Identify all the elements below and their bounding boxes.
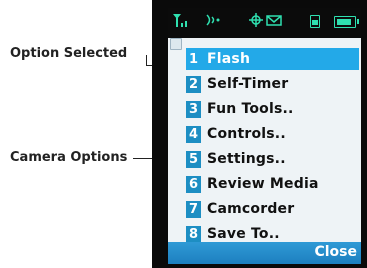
menu-item-flash[interactable]: 1 Flash [186, 48, 359, 70]
menu-item-number: 4 [186, 125, 201, 143]
softkey-bar: Close [168, 242, 361, 264]
menu-item-label: Camcorder [207, 201, 295, 217]
menu-item-label: Review Media [207, 176, 319, 192]
menu-item-number: 2 [186, 75, 201, 93]
camera-mode-icon [170, 38, 182, 50]
menu-item-label: Self-Timer [207, 76, 289, 92]
callout-camera-options: Camera Options [10, 150, 128, 165]
menu-item-label: Save To.. [207, 226, 280, 242]
menu-item-self-timer[interactable]: 2 Self-Timer [186, 73, 359, 95]
wireless-icon [204, 12, 224, 33]
sim-card-icon [310, 15, 320, 28]
callout-option-selected-leader-v [146, 55, 147, 65]
menu-item-label: Fun Tools.. [207, 101, 294, 117]
menu-item-camcorder[interactable]: 7 Camcorder [186, 198, 359, 220]
menu-item-number: 6 [186, 175, 201, 193]
menu-item-number: 3 [186, 100, 201, 118]
signal-strength-icon [172, 12, 192, 33]
menu-item-label: Flash [207, 51, 251, 67]
menu-item-controls[interactable]: 4 Controls.. [186, 123, 359, 145]
gps-icon [248, 12, 264, 33]
menu-item-number: 8 [186, 225, 201, 243]
menu-item-number: 5 [186, 150, 201, 168]
close-softkey[interactable]: Close [314, 244, 357, 260]
phone-screen: 1 Flash 2 Self-Timer 3 Fun Tools.. 4 Con… [168, 8, 361, 264]
message-icon [266, 12, 282, 33]
callout-option-selected: Option Selected [10, 46, 128, 61]
menu-item-number: 7 [186, 200, 201, 218]
battery-icon [334, 16, 359, 28]
menu-item-settings[interactable]: 5 Settings.. [186, 148, 359, 170]
menu-item-label: Controls.. [207, 126, 286, 142]
menu-item-fun-tools[interactable]: 3 Fun Tools.. [186, 98, 359, 120]
status-bar [168, 8, 361, 38]
menu-item-label: Settings.. [207, 151, 286, 167]
menu-item-number: 1 [188, 51, 199, 67]
menu-item-review-media[interactable]: 6 Review Media [186, 173, 359, 195]
